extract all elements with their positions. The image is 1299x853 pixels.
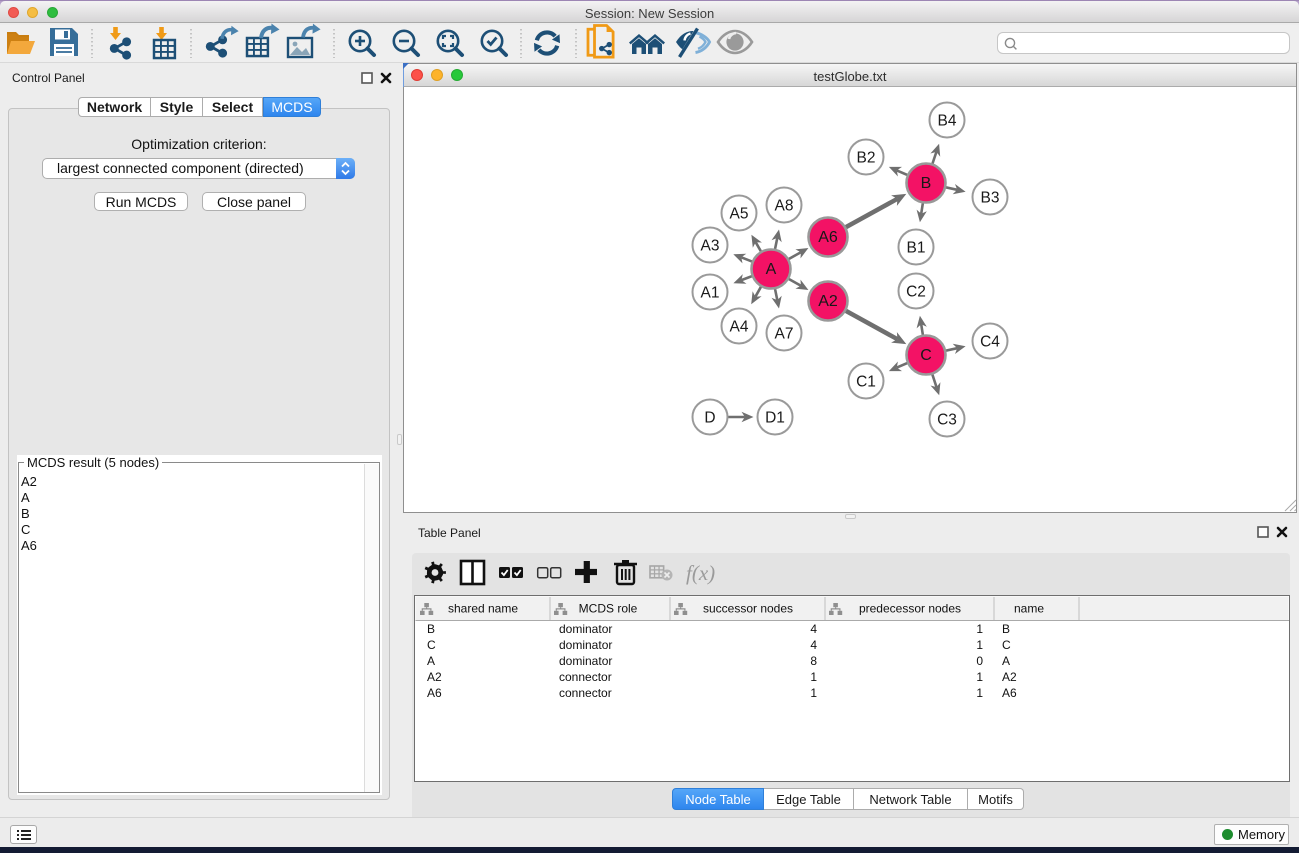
svg-text:dominator: dominator xyxy=(559,622,612,636)
svg-text:1: 1 xyxy=(976,638,983,652)
svg-text:predecessor nodes: predecessor nodes xyxy=(859,602,961,616)
svg-text:connector: connector xyxy=(559,686,612,700)
svg-text:successor nodes: successor nodes xyxy=(703,602,793,616)
svg-text:C: C xyxy=(427,638,436,652)
svg-text:4: 4 xyxy=(810,638,817,652)
svg-text:dominator: dominator xyxy=(559,638,612,652)
svg-text:0: 0 xyxy=(976,654,983,668)
svg-text:A: A xyxy=(427,654,435,668)
svg-text:A: A xyxy=(1002,654,1010,668)
svg-text:1: 1 xyxy=(810,686,817,700)
svg-text:MCDS role: MCDS role xyxy=(579,602,638,616)
svg-text:1: 1 xyxy=(976,622,983,636)
svg-text:1: 1 xyxy=(810,670,817,684)
svg-text:4: 4 xyxy=(810,622,817,636)
svg-text:shared name: shared name xyxy=(448,602,518,616)
svg-text:B: B xyxy=(1002,622,1010,636)
svg-text:A6: A6 xyxy=(427,686,442,700)
svg-text:C: C xyxy=(1002,638,1011,652)
svg-text:dominator: dominator xyxy=(559,654,612,668)
svg-text:1: 1 xyxy=(976,686,983,700)
svg-text:connector: connector xyxy=(559,670,612,684)
svg-text:8: 8 xyxy=(810,654,817,668)
svg-text:1: 1 xyxy=(976,670,983,684)
svg-text:B: B xyxy=(427,622,435,636)
svg-text:name: name xyxy=(1014,602,1044,616)
svg-text:A6: A6 xyxy=(1002,686,1017,700)
svg-text:A2: A2 xyxy=(1002,670,1017,684)
svg-text:A2: A2 xyxy=(427,670,442,684)
